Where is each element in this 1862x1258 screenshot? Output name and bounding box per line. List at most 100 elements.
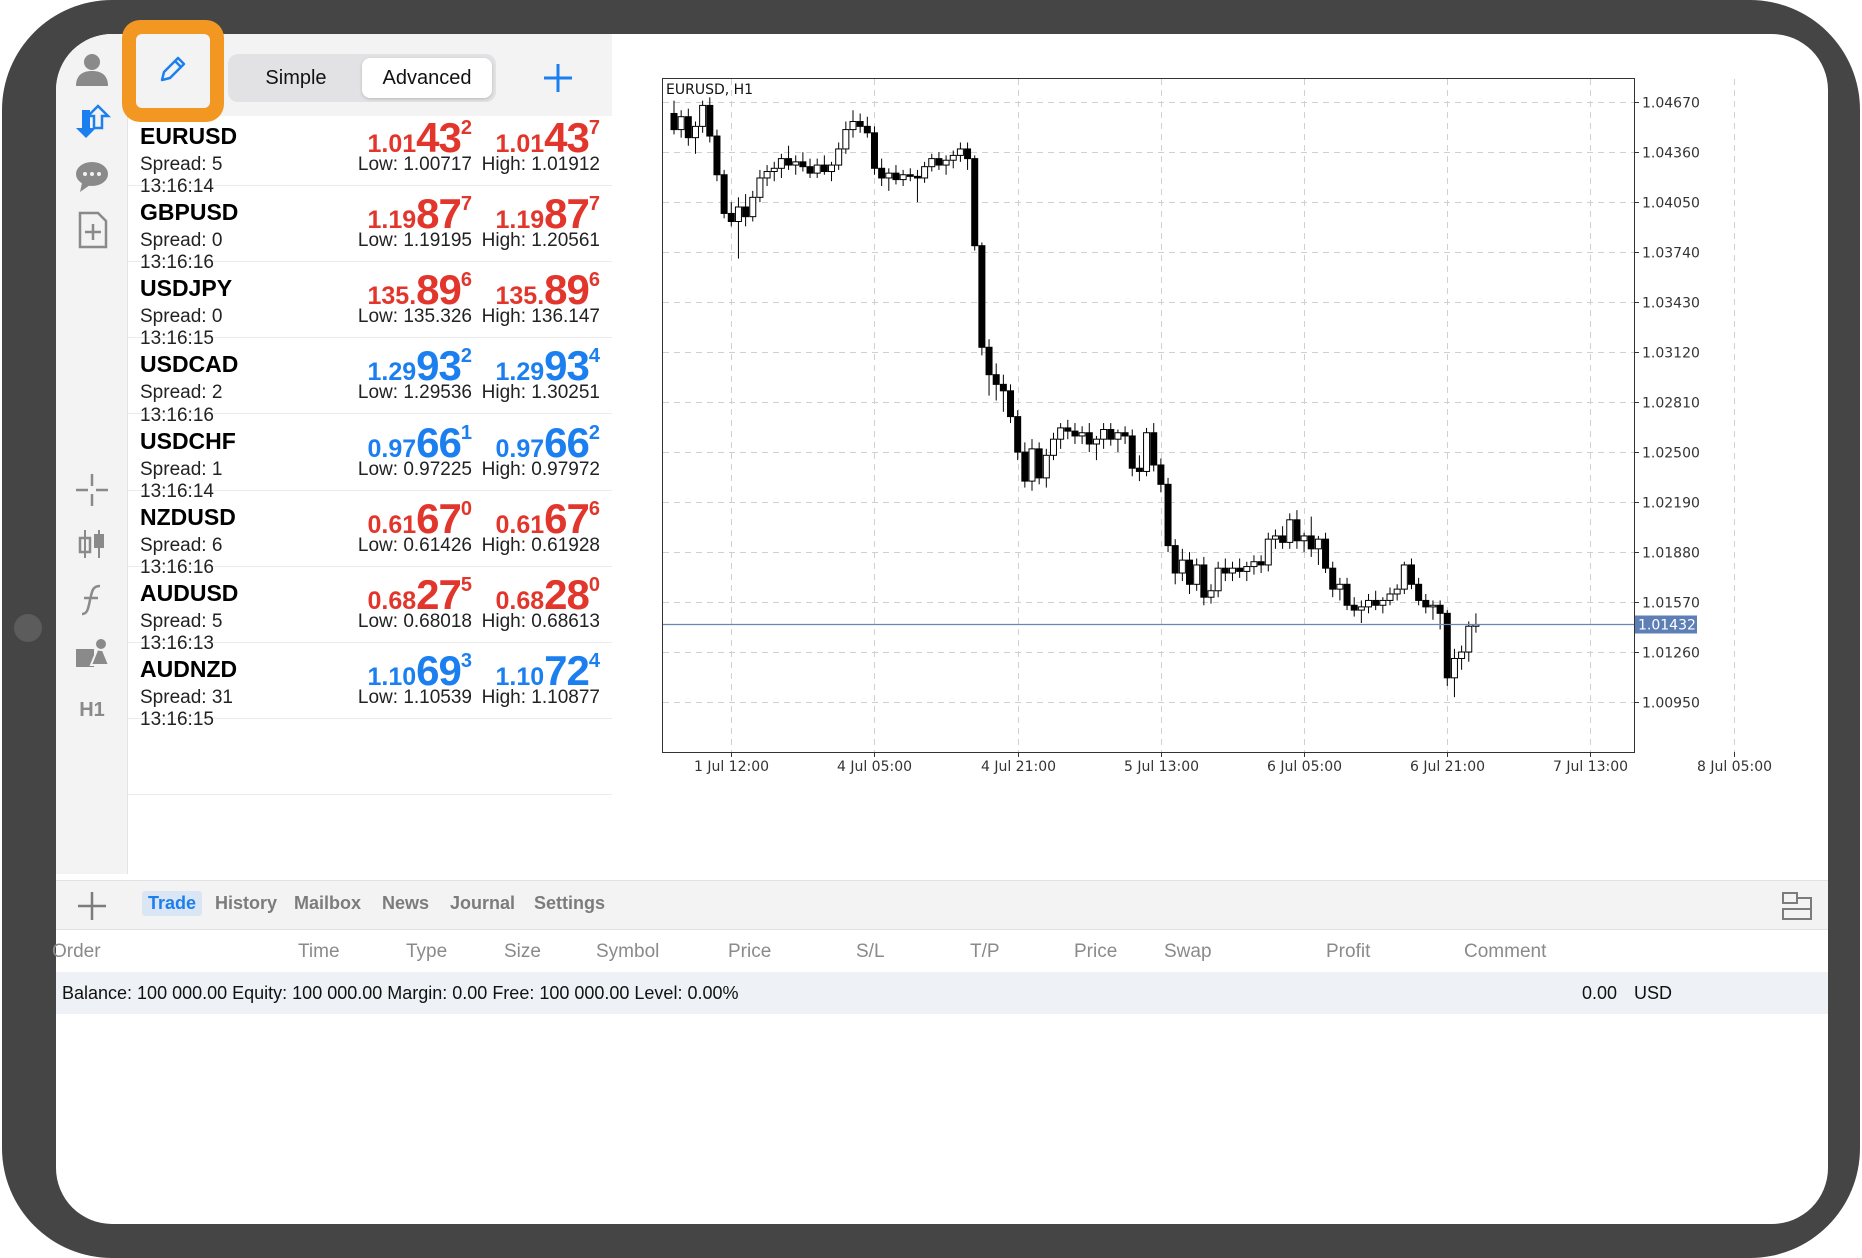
column-header[interactable]: Size <box>504 941 541 963</box>
indicators-icon[interactable] <box>66 574 118 626</box>
tab-journal[interactable]: Journal <box>450 893 515 914</box>
candle <box>971 158 979 247</box>
new-order-icon[interactable] <box>66 204 118 256</box>
candle <box>1236 567 1244 572</box>
tab-news[interactable]: News <box>382 893 429 914</box>
objects-icon[interactable] <box>66 628 118 680</box>
candle <box>813 164 821 174</box>
chart-title: EURUSD, H1 <box>666 82 753 98</box>
candle <box>1279 535 1287 543</box>
candle <box>1458 651 1466 659</box>
candle <box>978 245 986 348</box>
column-header[interactable]: Comment <box>1464 941 1546 963</box>
candle <box>1415 583 1423 601</box>
candle <box>885 172 893 179</box>
candle <box>878 167 886 179</box>
candle <box>1085 432 1093 445</box>
candle <box>1336 583 1344 590</box>
candle <box>1157 464 1165 485</box>
tab-mailbox[interactable]: Mailbox <box>294 893 361 914</box>
y-tick-label: 1.01570 <box>1642 596 1700 612</box>
bottom-tabs-bar: Trade History Mailbox News Journal Setti… <box>56 880 1828 930</box>
column-header[interactable]: S/L <box>856 941 885 963</box>
y-tick-label: 1.03430 <box>1642 296 1700 312</box>
candle <box>1193 564 1201 585</box>
mode-advanced-button[interactable]: Advanced <box>362 58 492 98</box>
chat-icon[interactable] <box>66 150 118 202</box>
column-header[interactable]: Symbol <box>596 941 659 963</box>
column-header[interactable]: Order <box>52 941 101 963</box>
tablet-device: H1 13:16:16EURUSDSpread: 51.014321.01437… <box>0 0 1862 1258</box>
candle <box>906 174 914 177</box>
candle <box>999 383 1007 392</box>
candle <box>677 116 685 131</box>
candle <box>1357 606 1365 611</box>
candle <box>856 121 864 127</box>
candle <box>1107 429 1115 440</box>
x-tick-label: 7 Jul 13:00 <box>1553 759 1628 775</box>
quote-symbol: AUDUSD <box>140 580 239 606</box>
y-tick-label: 1.04670 <box>1642 96 1700 112</box>
candle <box>956 148 964 156</box>
tab-settings[interactable]: Settings <box>534 893 605 914</box>
x-tick-label: 8 Jul 05:00 <box>1697 759 1772 775</box>
price-chart[interactable]: 1.04670 1.04360 1.04050 1.03740 1.03430 1.031… <box>662 78 1828 914</box>
candle <box>806 166 814 174</box>
candle <box>706 104 714 137</box>
timeframe-button[interactable]: H1 <box>66 684 118 736</box>
candle <box>1450 657 1458 679</box>
candle <box>727 212 735 223</box>
quotes-icon[interactable] <box>66 96 118 148</box>
add-icon[interactable] <box>72 886 112 926</box>
column-header[interactable]: Swap <box>1164 941 1212 963</box>
quote-row[interactable]: 13:16:15 <box>128 705 612 795</box>
layout-toggle-icon[interactable] <box>1780 889 1814 923</box>
candle <box>1028 448 1036 482</box>
tab-history[interactable]: History <box>215 893 277 914</box>
crosshair-icon[interactable] <box>66 464 118 516</box>
candle <box>1057 427 1065 440</box>
candle <box>1372 599 1380 606</box>
x-tick-label: 4 Jul 05:00 <box>837 759 912 775</box>
candle <box>1300 535 1308 542</box>
chart-type-icon[interactable] <box>66 518 118 570</box>
candle <box>1121 432 1129 437</box>
orders-table-header: Order Time Type Size Symbol Price S/L T/P Price S… <box>52 931 1828 971</box>
y-tick-label: 1.04360 <box>1642 146 1700 162</box>
candle <box>1186 559 1194 585</box>
candle <box>1135 467 1143 472</box>
column-header[interactable]: Type <box>406 941 447 963</box>
candle <box>921 166 929 179</box>
edit-button[interactable] <box>136 34 210 108</box>
candle <box>1150 432 1158 466</box>
column-header[interactable]: Price <box>728 941 771 963</box>
candle <box>1100 429 1108 440</box>
column-header[interactable]: Profit <box>1326 941 1370 963</box>
mode-simple-button[interactable]: Simple <box>232 58 360 98</box>
chart-svg[interactable]: 1.04670 1.04360 1.04050 1.03740 1.03430 1.031… <box>662 78 1828 914</box>
add-icon[interactable] <box>538 58 578 98</box>
quote-symbol: EURUSD <box>140 123 238 149</box>
column-header[interactable]: Time <box>298 941 340 963</box>
quote-time: 13:16:15 <box>140 709 214 730</box>
account-icon[interactable] <box>66 42 118 94</box>
column-header[interactable]: Price <box>1074 941 1117 963</box>
candle <box>1293 519 1301 542</box>
candle <box>1314 538 1322 550</box>
quote-time: 13:16:16 <box>140 252 214 273</box>
candle <box>785 158 793 166</box>
candle <box>684 116 692 139</box>
y-tick-label: 1.02190 <box>1642 496 1700 512</box>
y-tick-label: 1.03120 <box>1642 346 1700 362</box>
quote-time: 13:16:14 <box>140 176 214 197</box>
edit-icon <box>156 52 190 91</box>
x-tick-label: 4 Jul 21:00 <box>981 759 1056 775</box>
timeframe-label: H1 <box>79 698 105 721</box>
device-camera-dot <box>14 614 42 642</box>
quote-time: 13:16:15 <box>140 328 214 349</box>
candle <box>1228 567 1236 574</box>
column-header[interactable]: T/P <box>970 941 1000 963</box>
tab-trade[interactable]: Trade <box>142 891 203 916</box>
candle <box>1207 590 1215 598</box>
candle <box>1443 612 1451 679</box>
